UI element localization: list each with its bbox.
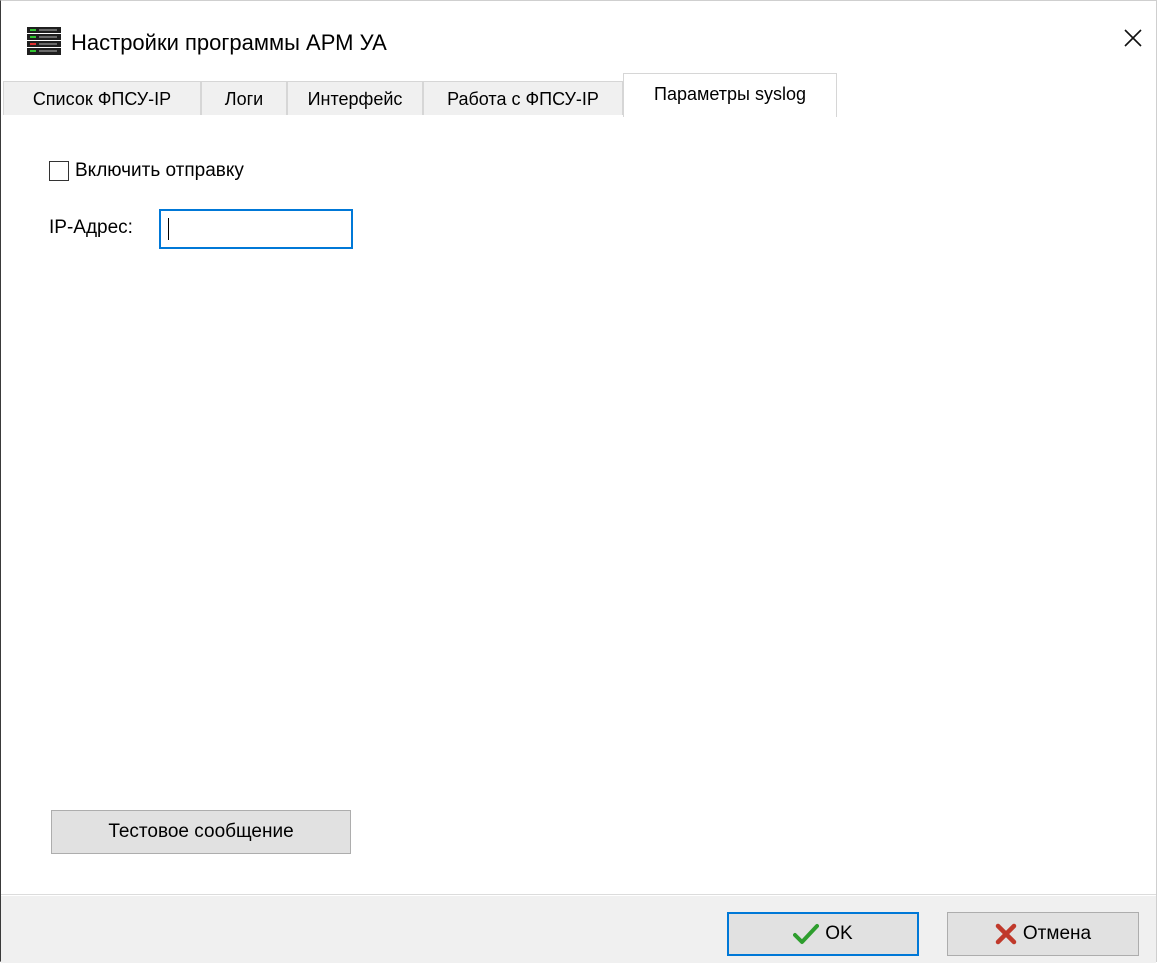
ip-address-label: IP-Адрес:	[49, 217, 133, 238]
settings-window: Настройки программы АРМ УА Список ФПСУ-I…	[0, 0, 1157, 963]
enable-sending-checkbox[interactable]	[49, 161, 69, 181]
tab-label: Список ФПСУ-IP	[32, 89, 172, 109]
tab-label: Параметры syslog	[654, 84, 806, 104]
enable-sending-label: Включить отправку	[75, 160, 244, 181]
title-bar[interactable]: Настройки программы АРМ УА	[1, 1, 1156, 73]
ip-address-input[interactable]	[159, 209, 353, 249]
syslog-panel: Включить отправку IP-Адрес: Тестовое соо…	[1, 116, 1156, 854]
tab-label: Работа с ФПСУ-IP	[447, 89, 599, 109]
enable-sending-checkbox-row[interactable]: Включить отправку	[49, 159, 244, 183]
tab-fpsu-work[interactable]: Работа с ФПСУ-IP	[423, 81, 623, 115]
close-icon	[1123, 28, 1143, 53]
footer-separator	[1, 894, 1156, 895]
cancel-label: Отмена	[1022, 923, 1092, 944]
text-caret	[168, 218, 169, 240]
footer-bar: OK Отмена	[1, 896, 1156, 963]
cross-icon	[995, 923, 1017, 945]
tab-strip: Список ФПСУ-IP Логи Интерфейс Работа с Ф…	[1, 73, 1156, 117]
test-message-button[interactable]: Тестовое сообщение	[51, 810, 351, 854]
server-rack-icon	[27, 27, 61, 55]
tab-label: Интерфейс	[307, 89, 403, 109]
ok-label: OK	[825, 923, 853, 944]
cancel-button[interactable]: Отмена	[947, 912, 1139, 956]
checkmark-icon	[793, 923, 820, 945]
window-title: Настройки программы АРМ УА	[71, 30, 387, 55]
close-button[interactable]	[1110, 15, 1156, 65]
tab-label: Логи	[224, 89, 264, 109]
tab-syslog-params[interactable]: Параметры syslog	[623, 73, 837, 117]
tab-fpsu-list[interactable]: Список ФПСУ-IP	[3, 81, 201, 115]
tab-interface[interactable]: Интерфейс	[287, 81, 423, 115]
ok-button[interactable]: OK	[727, 912, 919, 956]
tab-logs[interactable]: Логи	[201, 81, 287, 115]
